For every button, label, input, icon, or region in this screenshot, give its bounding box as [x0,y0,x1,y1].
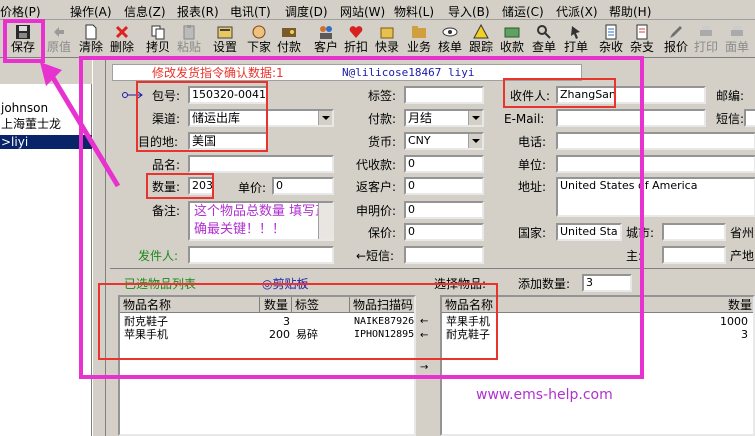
edit-icon [670,26,682,38]
search-icon [537,25,551,39]
box-icon [380,27,394,39]
money-icon [504,27,520,38]
menu-material[interactable]: 物料(L) [394,3,434,20]
watermark: www.ems-help.com [476,387,613,403]
undo-icon [54,27,64,37]
misc-pay-button[interactable]: 杂支 [627,22,657,56]
menu-delivery[interactable]: 代派(X) [556,3,598,20]
menu-report[interactable]: 报表(R) [177,3,219,20]
menu-dispatch[interactable]: 调度(D) [285,3,328,20]
menu-import[interactable]: 导入(B) [448,3,490,20]
face-sheet-icon [731,26,743,36]
menu-bar: 价格(P) 操作(A) 信息(Z) 报表(R) 电讯(T) 调度(D) 网站(W… [0,0,755,20]
hand-icon [252,25,266,39]
settings-button[interactable]: 设置 [210,22,240,56]
blank-page-icon [85,24,97,40]
sms2-input[interactable] [744,109,755,127]
pay-button[interactable]: 付款 [274,22,304,56]
doc-icon [605,24,617,40]
origin-label: 产地 [730,249,755,263]
arrow-annotation-icon [40,62,121,188]
menu-storage[interactable]: 储运(C) [502,3,544,20]
settings-icon [217,26,233,39]
highlight-save [3,19,45,63]
paste-button[interactable]: 粘贴 [174,22,204,56]
cell-qty: 3 [741,328,748,341]
highlight-form [79,56,644,379]
printer-icon [700,26,712,36]
cell-qty: 1000 [720,315,748,328]
heart-icon [349,26,363,38]
city-input[interactable] [662,223,726,241]
main-input[interactable] [662,246,726,264]
toolbar: 保存 原值 清除 删除 拷贝 粘贴 设置 下家 付款 客户 折扣 快录 业务 核… [0,20,755,58]
menu-telecom[interactable]: 电讯(T) [230,3,271,20]
print-order-button[interactable]: 打单 [561,22,591,56]
menu-help[interactable]: 帮助(H) [609,3,651,20]
wallet-icon [282,28,296,37]
zip-label: 邮编: [716,89,745,103]
province-label: 省州 [730,226,755,240]
sms2-label: 短信: [716,112,745,126]
face-sheet-button[interactable]: 面单 [722,22,752,56]
pointer-icon [571,26,580,39]
clipboard-icon [183,25,195,40]
menu-info[interactable]: 信息(Z) [124,3,166,20]
delete-button[interactable]: 删除 [107,22,137,56]
menu-website[interactable]: 网站(W) [340,3,385,20]
copy-icon [151,25,165,40]
people-icon [320,26,332,39]
menu-price[interactable]: 价格(P) [0,3,41,20]
menu-operate[interactable]: 操作(A) [70,3,112,20]
folder-icon [412,26,426,38]
warning-icon [473,24,489,39]
sheet-icon [636,24,648,40]
eye-icon [442,27,458,37]
red-x-icon [115,25,129,39]
